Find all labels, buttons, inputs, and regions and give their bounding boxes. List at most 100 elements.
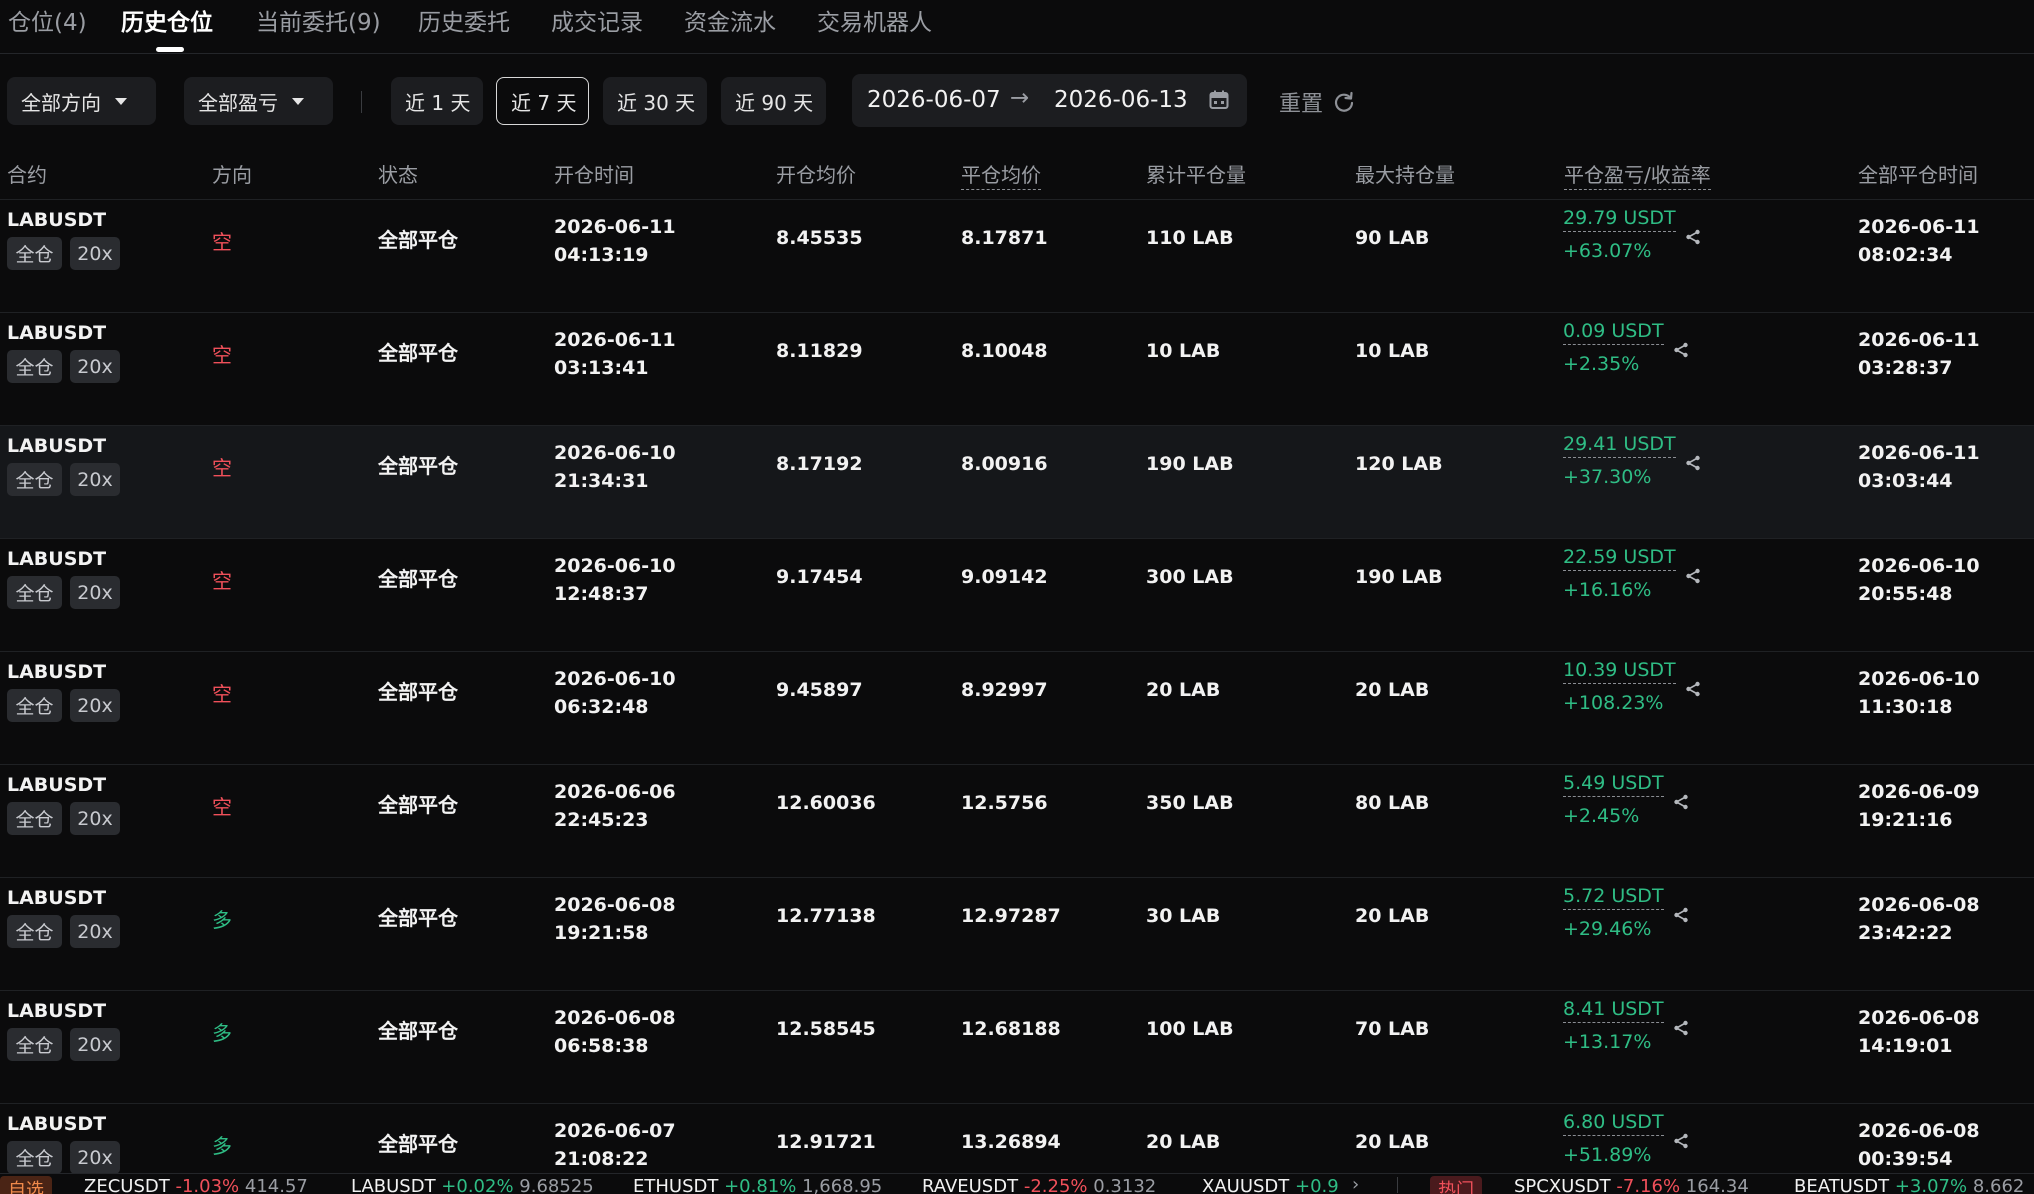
open-date: 2026-06-08 bbox=[554, 1007, 676, 1029]
ticker-item[interactable]: BEATUSDT +3.07% 8.662 bbox=[1794, 1176, 2024, 1194]
open-time: 2026-06-10 12:48:37 bbox=[554, 552, 676, 608]
ticker-item[interactable]: SPCXUSDT -7.16% 164.34 bbox=[1514, 1176, 1749, 1194]
direction-filter[interactable]: 全部方向 bbox=[7, 77, 156, 125]
open-clock: 06:32:48 bbox=[554, 696, 649, 718]
open-date: 2026-06-10 bbox=[554, 555, 676, 577]
share-icon[interactable] bbox=[1685, 681, 1701, 701]
close-date: 2026-06-11 bbox=[1858, 216, 1980, 238]
table-row[interactable]: LABUSDT 全仓 20x 多 全部平仓 2026-06-08 19:21:58 12.77… bbox=[0, 878, 2034, 991]
close-time: 2026-06-09 19:21:16 bbox=[1858, 778, 1980, 834]
roe-value: +2.45% bbox=[1563, 805, 1640, 827]
share-icon[interactable] bbox=[1673, 1133, 1689, 1153]
realized-pnl[interactable]: 29.79 USDT bbox=[1563, 207, 1676, 232]
realized-pnl[interactable]: 5.72 USDT bbox=[1563, 885, 1664, 910]
realized-pnl[interactable]: 29.41 USDT bbox=[1563, 433, 1676, 458]
close-time: 2026-06-08 14:19:01 bbox=[1858, 1004, 1980, 1060]
table-row[interactable]: LABUSDT 全仓 20x 空 全部平仓 2026-06-10 06:32:48 9.458… bbox=[0, 652, 2034, 765]
ticker-symbol: RAVEUSDT bbox=[922, 1176, 1019, 1194]
col-pnl-roe[interactable]: 平仓盈亏/收益率 bbox=[1564, 159, 1711, 190]
ticker-item[interactable]: ETHUSDT +0.81% 1,668.95 bbox=[633, 1176, 882, 1194]
share-icon[interactable] bbox=[1685, 568, 1701, 588]
range-90d-button[interactable]: 近 90 天 bbox=[721, 77, 826, 125]
table-row[interactable]: LABUSDT 全仓 20x 空 全部平仓 2026-06-10 12:48:37 9.174… bbox=[0, 539, 2034, 652]
table-row[interactable]: LABUSDT 全仓 20x 空 全部平仓 2026-06-11 03:13:41 8.118… bbox=[0, 313, 2034, 426]
ticker-symbol: ETHUSDT bbox=[633, 1176, 719, 1194]
realized-pnl[interactable]: 0.09 USDT bbox=[1563, 320, 1664, 345]
range-7d-button[interactable]: 近 7 天 bbox=[496, 77, 589, 125]
share-icon[interactable] bbox=[1685, 229, 1701, 249]
refresh-icon bbox=[1334, 91, 1354, 112]
ticker-price: 8.662 bbox=[1972, 1176, 2025, 1194]
open-avg-price: 9.17454 bbox=[776, 566, 863, 588]
ticker-price: 9.68525 bbox=[519, 1176, 594, 1194]
col-close-price[interactable]: 平仓均价 bbox=[961, 159, 1041, 190]
close-time: 2026-06-11 03:28:37 bbox=[1858, 326, 1980, 382]
contract-symbol[interactable]: LABUSDT bbox=[7, 435, 106, 457]
table-row[interactable]: LABUSDT 全仓 20x 空 全部平仓 2026-06-11 04:13:19 8.455… bbox=[0, 200, 2034, 313]
share-icon[interactable] bbox=[1673, 794, 1689, 814]
close-date: 2026-06-10 bbox=[1858, 555, 1980, 577]
ticker-item[interactable]: RAVEUSDT -2.25% 0.3132 bbox=[922, 1176, 1156, 1194]
close-date: 2026-06-08 bbox=[1858, 1007, 1980, 1029]
realized-pnl[interactable]: 10.39 USDT bbox=[1563, 659, 1676, 684]
contract-symbol[interactable]: LABUSDT bbox=[7, 209, 106, 231]
table-row[interactable]: LABUSDT 全仓 20x 多 全部平仓 2026-06-08 06:58:38 12.58… bbox=[0, 991, 2034, 1104]
date-range-picker[interactable]: 2026-06-07 → 2026-06-13 bbox=[852, 74, 1247, 127]
ticker-item[interactable]: ZECUSDT -1.03% 414.57 bbox=[84, 1176, 308, 1194]
roe-value: +29.46% bbox=[1563, 918, 1652, 940]
tab-open-orders[interactable]: 当前委托(9) bbox=[256, 3, 381, 37]
contract-symbol[interactable]: LABUSDT bbox=[7, 1000, 106, 1022]
open-time: 2026-06-10 21:34:31 bbox=[554, 439, 676, 495]
open-clock: 21:08:22 bbox=[554, 1148, 649, 1170]
close-clock: 23:42:22 bbox=[1858, 922, 1953, 944]
leverage-badge: 20x bbox=[70, 463, 120, 496]
contract-symbol[interactable]: LABUSDT bbox=[7, 887, 106, 909]
hot-tag[interactable]: 热门 bbox=[1430, 1176, 1482, 1194]
open-time: 2026-06-08 06:58:38 bbox=[554, 1004, 676, 1060]
realized-pnl[interactable]: 6.80 USDT bbox=[1563, 1111, 1664, 1136]
direction-value: 多 bbox=[212, 1021, 232, 1045]
share-icon[interactable] bbox=[1685, 455, 1701, 475]
pnl-filter[interactable]: 全部盈亏 bbox=[184, 77, 333, 125]
realized-pnl[interactable]: 22.59 USDT bbox=[1563, 546, 1676, 571]
realized-pnl[interactable]: 8.41 USDT bbox=[1563, 998, 1664, 1023]
contract-symbol[interactable]: LABUSDT bbox=[7, 548, 106, 570]
close-avg-price: 12.5756 bbox=[961, 792, 1048, 814]
ticker-item[interactable]: XAUUSDT +0.9 bbox=[1202, 1176, 1339, 1194]
tab-trading-bots[interactable]: 交易机器人 bbox=[817, 3, 932, 37]
tab-positions[interactable]: 仓位(4) bbox=[8, 3, 87, 37]
tab-funding-flow[interactable]: 资金流水 bbox=[684, 3, 776, 37]
contract-symbol[interactable]: LABUSDT bbox=[7, 322, 106, 344]
status-value: 全部平仓 bbox=[378, 341, 458, 365]
realized-pnl[interactable]: 5.49 USDT bbox=[1563, 772, 1664, 797]
reset-button[interactable]: 重置 bbox=[1279, 86, 1355, 118]
close-time: 2026-06-08 23:42:22 bbox=[1858, 891, 1980, 947]
share-icon[interactable] bbox=[1673, 907, 1689, 927]
chevron-right-icon[interactable]: › bbox=[1352, 1174, 1359, 1194]
leverage-badge: 20x bbox=[70, 915, 120, 948]
table-row[interactable]: LABUSDT 全仓 20x 空 全部平仓 2026-06-10 21:34:31 8.171… bbox=[0, 426, 2034, 539]
roe-value: +51.89% bbox=[1563, 1144, 1652, 1166]
share-icon[interactable] bbox=[1673, 1020, 1689, 1040]
ticker-price: 164.34 bbox=[1685, 1176, 1749, 1194]
col-closed-qty: 累计平仓量 bbox=[1146, 163, 1246, 187]
contract-symbol[interactable]: LABUSDT bbox=[7, 1113, 106, 1135]
open-date: 2026-06-11 bbox=[554, 329, 676, 351]
contract-symbol[interactable]: LABUSDT bbox=[7, 774, 106, 796]
table-row[interactable]: LABUSDT 全仓 20x 空 全部平仓 2026-06-06 22:45:23 12.60… bbox=[0, 765, 2034, 878]
tab-trade-history[interactable]: 成交记录 bbox=[551, 3, 643, 37]
contract-symbol[interactable]: LABUSDT bbox=[7, 661, 106, 683]
range-30d-button[interactable]: 近 30 天 bbox=[603, 77, 707, 125]
ticker-symbol: ZECUSDT bbox=[84, 1176, 170, 1194]
range-1d-button[interactable]: 近 1 天 bbox=[391, 77, 483, 125]
ticker-change: +0.81% bbox=[724, 1176, 797, 1194]
share-icon[interactable] bbox=[1673, 342, 1689, 362]
direction-value: 空 bbox=[212, 795, 232, 819]
favorites-tag[interactable]: 自选 bbox=[0, 1176, 52, 1194]
open-date: 2026-06-10 bbox=[554, 442, 676, 464]
tab-order-history[interactable]: 历史委托 bbox=[418, 3, 510, 37]
close-clock: 03:28:37 bbox=[1858, 357, 1953, 379]
ticker-item[interactable]: LABUSDT +0.02% 9.68525 bbox=[351, 1176, 594, 1194]
tab-position-history[interactable]: 历史仓位 bbox=[121, 3, 213, 37]
caret-down-icon bbox=[115, 97, 127, 105]
